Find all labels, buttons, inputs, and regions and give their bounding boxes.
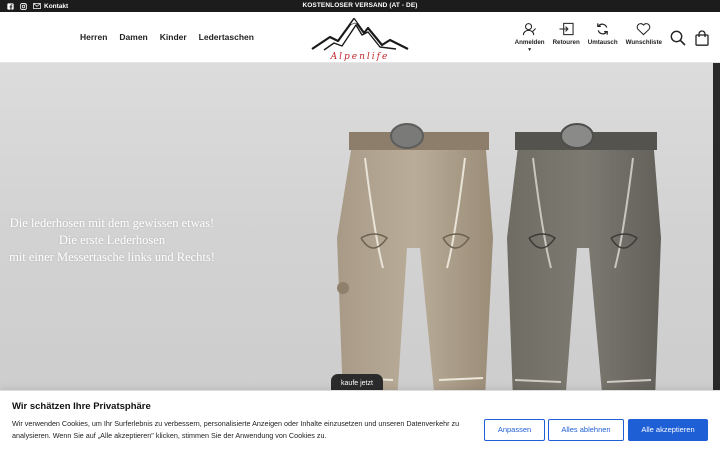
- refresh-icon: [597, 23, 608, 35]
- hero-headline: Die lederhosen mit dem gewissen etwas! D…: [4, 215, 220, 266]
- site-header: Herren Damen Kinder Ledertaschen Alpenli…: [0, 12, 720, 63]
- search-icon[interactable]: [670, 30, 686, 46]
- shopping-bag-icon[interactable]: [694, 30, 710, 46]
- cookie-title: Wir schätzen Ihre Privatsphäre: [12, 401, 151, 412]
- chevron-down-icon: ▼: [527, 47, 533, 53]
- login-button[interactable]: Anmelden ▼: [515, 22, 545, 53]
- hero-line-2: Die erste Lederhosen: [58, 233, 166, 247]
- lederhose-dark-image: [507, 123, 661, 404]
- shipping-promo: KOSTENLOSER VERSAND (AT - DE): [302, 2, 418, 9]
- user-icon: [522, 23, 537, 36]
- nav-item-herren[interactable]: Herren: [80, 32, 107, 42]
- exchange-label: Umtausch: [587, 39, 618, 46]
- return-icon: [559, 22, 574, 36]
- mountain-logo-icon: Alpenlife: [311, 17, 409, 62]
- cookie-consent-banner: Wir schätzen Ihre Privatsphäre Wir verwe…: [0, 390, 720, 450]
- heart-icon: [637, 23, 651, 36]
- logo-wordmark: Alpenlife: [330, 52, 390, 61]
- returns-button[interactable]: Retouren: [553, 22, 580, 46]
- reject-all-button[interactable]: Alles ablehnen: [548, 419, 624, 441]
- login-label: Anmelden: [514, 39, 545, 46]
- exchange-button[interactable]: Umtausch: [588, 22, 618, 46]
- wishlist-label: Wunschliste: [625, 39, 662, 46]
- cookie-text: Wir verwenden Cookies, um Ihr Surferlebn…: [12, 419, 460, 440]
- accept-all-button[interactable]: Alle akzeptieren: [628, 419, 708, 441]
- nav-item-damen[interactable]: Damen: [119, 32, 147, 42]
- lederhose-light-image: [337, 123, 493, 402]
- main-nav: Herren Damen Kinder Ledertaschen: [80, 32, 254, 42]
- nav-item-kinder[interactable]: Kinder: [160, 32, 187, 42]
- nav-item-ledertaschen[interactable]: Ledertaschen: [199, 32, 254, 42]
- top-bar: Kontakt KOSTENLOSER VERSAND (AT - DE): [0, 0, 720, 12]
- header-actions: Anmelden ▼ Retouren Umtausch Wunschliste: [515, 22, 710, 53]
- wishlist-button[interactable]: Wunschliste: [626, 22, 662, 46]
- customize-button[interactable]: Anpassen: [484, 419, 545, 441]
- site-logo[interactable]: Alpenlife: [310, 15, 410, 62]
- returns-label: Retouren: [552, 39, 580, 46]
- hero-line-3: mit einer Messertasche links und Rechts!: [9, 250, 215, 264]
- hero-line-1: Die lederhosen mit dem gewissen etwas!: [9, 216, 215, 230]
